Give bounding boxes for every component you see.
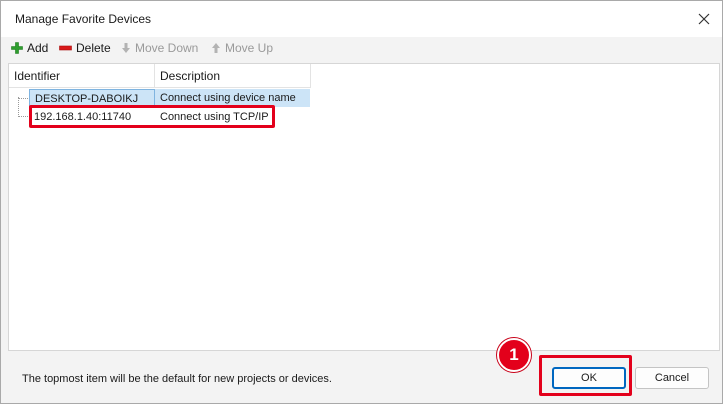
move-up-label: Move Up xyxy=(225,41,274,55)
arrow-up-icon xyxy=(212,43,220,53)
tree-connector xyxy=(18,97,29,117)
column-header-identifier[interactable]: Identifier xyxy=(9,64,155,88)
delete-button[interactable]: Delete xyxy=(59,40,111,56)
manage-favorite-devices-dialog: Manage Favorite Devices Add Delete Move … xyxy=(0,0,723,404)
toolbar: Add Delete Move Down Move Up xyxy=(1,37,722,59)
delete-label: Delete xyxy=(76,41,111,55)
window-title: Manage Favorite Devices xyxy=(15,12,152,26)
close-button[interactable] xyxy=(692,7,716,31)
highlight-box-tcp-row xyxy=(29,105,275,128)
close-icon xyxy=(698,13,710,25)
tree-connector xyxy=(18,116,28,117)
footer-info-text: The topmost item will be the default for… xyxy=(22,373,332,385)
move-up-button[interactable]: Move Up xyxy=(211,40,273,56)
minus-icon xyxy=(59,45,72,51)
add-button[interactable]: Add xyxy=(11,40,48,56)
cancel-button[interactable]: Cancel xyxy=(635,367,709,389)
add-label: Add xyxy=(27,41,49,55)
move-down-label: Move Down xyxy=(135,41,199,55)
plus-icon xyxy=(11,42,23,54)
arrow-down-icon xyxy=(122,43,130,53)
column-header-description[interactable]: Description xyxy=(155,64,311,88)
title-bar: Manage Favorite Devices xyxy=(1,1,722,37)
move-down-button[interactable]: Move Down xyxy=(121,40,198,56)
ok-button[interactable]: OK xyxy=(552,367,626,389)
step-number-badge: 1 xyxy=(497,338,531,372)
tree-connector xyxy=(18,98,28,99)
